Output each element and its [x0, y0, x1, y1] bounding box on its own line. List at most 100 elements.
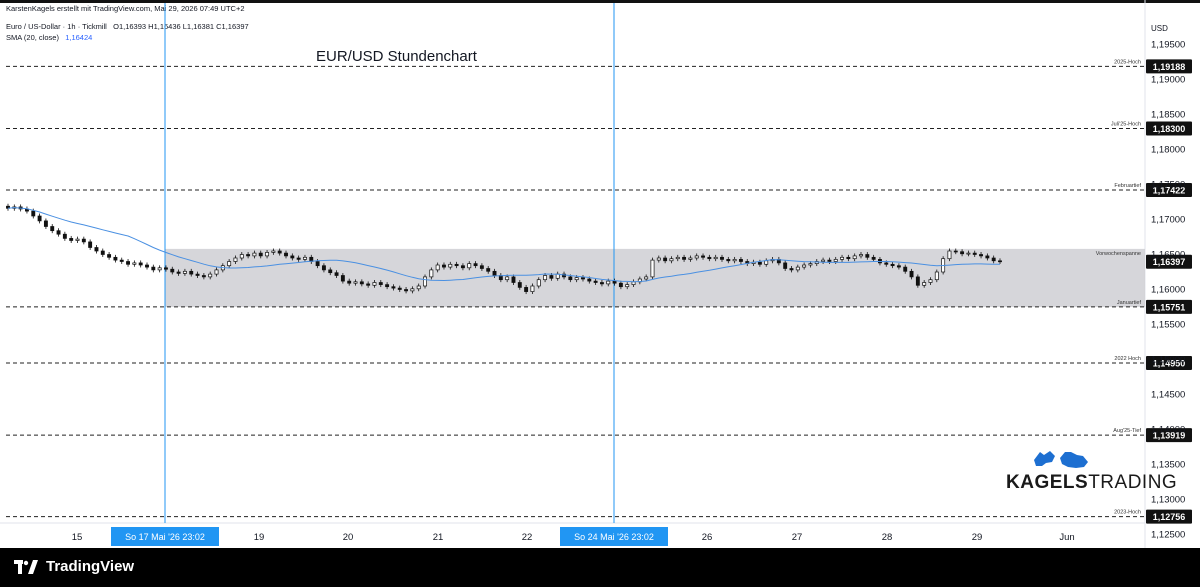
- candle-body: [903, 266, 908, 272]
- candle-body: [587, 278, 592, 282]
- level-price-text: 1,15751: [1153, 302, 1186, 312]
- candle-body: [442, 264, 446, 268]
- candle-body: [865, 254, 870, 258]
- candle-body: [524, 287, 529, 292]
- candle-body: [789, 268, 794, 271]
- candle-body: [985, 255, 990, 259]
- candle-body: [732, 259, 737, 262]
- candle-body: [928, 279, 933, 283]
- candle-body: [182, 270, 187, 274]
- candle-body: [460, 265, 465, 269]
- candle-body: [328, 269, 333, 274]
- candle-body: [107, 254, 112, 258]
- candle-body: [922, 282, 927, 286]
- tradingview-logo[interactable]: TradingView: [14, 558, 134, 575]
- level-price-text: 1,19188: [1153, 62, 1186, 72]
- candle-body: [991, 257, 996, 262]
- candle-body: [43, 220, 48, 227]
- candle-body: [536, 279, 541, 287]
- y-tick-label: 1,15500: [1151, 320, 1185, 331]
- candle-body: [960, 251, 965, 255]
- candle-body: [979, 254, 983, 257]
- tradingview-icon: [14, 559, 38, 574]
- y-tick-label: 1,12500: [1151, 530, 1185, 541]
- level-name: Februartief: [1114, 183, 1141, 189]
- candle-body: [568, 276, 573, 281]
- kagels-bull-bear-icon: [1034, 451, 1088, 468]
- candle-body: [404, 289, 409, 292]
- candle-body: [966, 252, 971, 255]
- candle-body: [467, 263, 472, 269]
- candle-body: [833, 259, 838, 262]
- candle-body: [656, 257, 661, 261]
- candle-body: [808, 263, 813, 266]
- candle-body: [208, 273, 213, 278]
- candle-body: [574, 277, 579, 281]
- candle-body: [612, 280, 617, 284]
- candle-body: [88, 241, 93, 248]
- candle-body: [764, 260, 769, 265]
- candle-body: [126, 261, 131, 265]
- candle-body: [113, 256, 118, 261]
- candle-body: [631, 281, 636, 285]
- eurusd-hourly-chart[interactable]: Vorwochenspanne 2025-Hoch 1,19188 Juli'25-…: [0, 0, 1200, 548]
- range-band-label: Vorwochenspanne: [1096, 251, 1141, 257]
- level-price-text: 1,18300: [1153, 124, 1186, 134]
- level-name: 2023-Hoch: [1114, 510, 1141, 516]
- price-axis[interactable]: 1,19500 1,19000 1,18500 1,18000 1,17500 1,170…: [1151, 40, 1185, 541]
- candle-body: [947, 250, 952, 260]
- x-tick-label: 15: [72, 532, 83, 543]
- candle-body: [726, 259, 731, 262]
- candle-body: [157, 267, 162, 271]
- level-name: Aug'25-Tief: [1113, 428, 1141, 434]
- candle-body: [581, 277, 585, 280]
- chart-window: KarstenKagels erstellt mit TradingView.c…: [0, 0, 1200, 587]
- candle-body: [549, 275, 554, 279]
- y-tick-label: 1,19500: [1151, 40, 1185, 51]
- candle-body: [391, 286, 396, 289]
- y-tick-label: 1,15000: [1151, 355, 1185, 366]
- candle-body: [227, 261, 232, 267]
- candle-body: [795, 266, 800, 271]
- candle-body: [486, 268, 491, 272]
- candle-body: [669, 258, 674, 262]
- candle-body: [359, 281, 364, 285]
- candle-body: [353, 281, 358, 284]
- candle-body: [625, 284, 630, 288]
- tradingview-brand: TradingView: [46, 558, 135, 575]
- candle-body: [334, 272, 339, 276]
- x-tick-label: 21: [433, 532, 444, 543]
- candle-body: [802, 264, 807, 268]
- x-tick-label: 28: [882, 532, 893, 543]
- candle-body: [688, 257, 693, 260]
- candle-body: [303, 256, 307, 260]
- candle-body: [738, 259, 743, 262]
- session-marker-label: So 17 Mai '26 23:02: [125, 532, 205, 542]
- candle-body: [366, 283, 371, 286]
- candle-body: [277, 250, 282, 254]
- y-tick-label: 1,16000: [1151, 285, 1185, 296]
- candle-body: [473, 263, 478, 267]
- candle-body: [694, 255, 699, 259]
- candle-body: [713, 256, 718, 260]
- candle-body: [840, 256, 844, 260]
- candle-body: [290, 255, 295, 259]
- candle-body: [511, 276, 516, 283]
- candle-body: [164, 267, 168, 270]
- candle-body: [94, 247, 99, 252]
- candle-body: [517, 282, 522, 288]
- candle-body: [682, 256, 687, 260]
- x-tick-label: 22: [522, 532, 533, 543]
- candle-body: [701, 255, 705, 258]
- candle-body: [852, 255, 857, 260]
- brand-light: TRADING: [1088, 472, 1178, 493]
- level-price-text: 1,12756: [1153, 512, 1186, 522]
- candle-body: [176, 271, 181, 274]
- candle-body: [252, 252, 257, 257]
- y-tick-label: 1,19000: [1151, 75, 1185, 86]
- candle-body: [448, 263, 453, 268]
- candle-body: [479, 265, 484, 269]
- candle-body: [530, 285, 535, 292]
- x-tick-label: 19: [254, 532, 265, 543]
- x-tick-label: 20: [343, 532, 354, 543]
